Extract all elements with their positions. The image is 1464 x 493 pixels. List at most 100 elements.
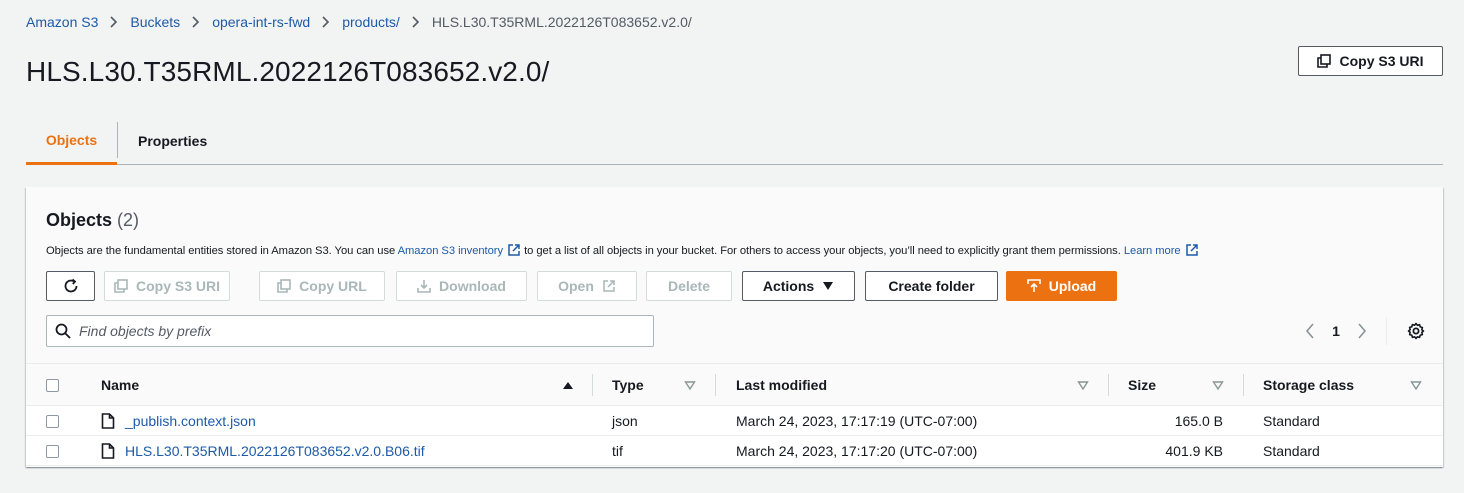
search-input[interactable] bbox=[79, 323, 639, 339]
table-settings-button[interactable] bbox=[1402, 317, 1430, 345]
column-divider bbox=[715, 374, 716, 396]
size-cell: 165.0 B bbox=[1174, 413, 1223, 429]
sort-icon[interactable] bbox=[1076, 378, 1090, 392]
download-button[interactable]: Download bbox=[396, 271, 527, 301]
column-header-name[interactable]: Name bbox=[101, 364, 139, 406]
object-name-link[interactable]: HLS.L30.T35RML.2022126T083652.v2.0.B06.t… bbox=[125, 443, 425, 459]
search-icon bbox=[55, 323, 71, 339]
copy-icon bbox=[1317, 54, 1332, 68]
object-count: (2) bbox=[117, 210, 140, 230]
open-label: Open bbox=[558, 278, 594, 294]
copy-icon bbox=[277, 279, 291, 293]
next-page-button[interactable] bbox=[1348, 317, 1376, 345]
type-cell: json bbox=[612, 413, 638, 429]
column-header-type[interactable]: Type bbox=[612, 364, 644, 406]
delete-button[interactable]: Delete bbox=[646, 271, 732, 301]
last-modified-cell: March 24, 2023, 17:17:20 (UTC-07:00) bbox=[736, 443, 978, 459]
create-folder-button[interactable]: Create folder bbox=[865, 271, 998, 301]
file-icon bbox=[101, 443, 115, 459]
copy-s3-uri-toolbar-button[interactable]: Copy S3 URI bbox=[104, 271, 230, 301]
copy-s3-uri-label: Copy S3 URI bbox=[1339, 53, 1424, 69]
column-divider bbox=[592, 374, 593, 396]
select-all-cell bbox=[46, 364, 59, 406]
refresh-icon bbox=[64, 278, 77, 293]
column-header-last-modified[interactable]: Last modified bbox=[736, 364, 827, 406]
storage-class-cell: Standard bbox=[1263, 413, 1320, 429]
table-row: _publish.context.json json March 24, 202… bbox=[26, 406, 1443, 436]
chevron-right-icon bbox=[1358, 323, 1367, 339]
select-all-checkbox[interactable] bbox=[46, 378, 59, 392]
row-checkbox[interactable] bbox=[46, 444, 59, 458]
current-page-number[interactable]: 1 bbox=[1324, 323, 1348, 339]
panel-description: Objects are the fundamental entities sto… bbox=[46, 243, 1199, 257]
panel-title-text: Objects bbox=[46, 210, 113, 230]
actions-label: Actions bbox=[762, 278, 815, 294]
desc-text-2: to get a list of all objects in your buc… bbox=[521, 245, 1124, 257]
chevron-right-icon bbox=[180, 16, 212, 28]
table-header: Name Type Last modified Size Storage cla… bbox=[26, 363, 1443, 406]
tab-divider bbox=[117, 122, 118, 158]
column-header-size[interactable]: Size bbox=[1128, 364, 1156, 406]
sort-ascending-icon[interactable] bbox=[561, 378, 575, 392]
sort-icon[interactable] bbox=[1409, 378, 1423, 392]
gear-icon bbox=[1407, 322, 1425, 340]
chevron-left-icon bbox=[1305, 323, 1314, 339]
copy-s3-uri-button[interactable]: Copy S3 URI bbox=[1298, 46, 1443, 76]
objects-table: Name Type Last modified Size Storage cla… bbox=[26, 363, 1443, 466]
external-link-icon bbox=[1185, 244, 1198, 256]
type-cell: tif bbox=[612, 443, 623, 459]
upload-icon bbox=[1026, 279, 1041, 292]
column-header-storage-class[interactable]: Storage class bbox=[1263, 364, 1354, 406]
row-select-cell bbox=[46, 406, 59, 436]
tab-properties[interactable]: Properties bbox=[138, 117, 207, 164]
breadcrumb-bucket[interactable]: opera-int-rs-fwd bbox=[212, 14, 310, 30]
download-icon bbox=[417, 280, 431, 293]
copy-icon bbox=[114, 279, 128, 293]
previous-page-button[interactable] bbox=[1296, 317, 1324, 345]
copy-s3-uri-toolbar-label: Copy S3 URI bbox=[135, 278, 220, 294]
chevron-right-icon bbox=[310, 16, 342, 28]
download-label: Download bbox=[439, 278, 506, 294]
breadcrumb-current: HLS.L30.T35RML.2022126T083652.v2.0/ bbox=[431, 14, 692, 30]
panel-header: Objects (2) Objects are the fundamental … bbox=[26, 187, 1443, 363]
breadcrumb-amazon-s3[interactable]: Amazon S3 bbox=[26, 14, 98, 30]
learn-more-link[interactable]: Learn more bbox=[1123, 244, 1199, 257]
size-cell: 401.9 KB bbox=[1165, 443, 1223, 459]
learn-more-link-text: Learn more bbox=[1123, 245, 1181, 257]
copy-url-label: Copy URL bbox=[299, 278, 367, 294]
tab-bar: Objects Properties bbox=[26, 117, 1443, 165]
name-cell: HLS.L30.T35RML.2022126T083652.v2.0.B06.t… bbox=[101, 436, 425, 466]
object-name-link[interactable]: _publish.context.json bbox=[125, 413, 256, 429]
tab-objects[interactable]: Objects bbox=[26, 117, 117, 165]
breadcrumb-buckets[interactable]: Buckets bbox=[130, 14, 180, 30]
copy-url-button[interactable]: Copy URL bbox=[259, 271, 385, 301]
search-box bbox=[46, 315, 654, 347]
caret-down-icon bbox=[823, 282, 834, 290]
last-modified-cell: March 24, 2023, 17:17:19 (UTC-07:00) bbox=[736, 413, 978, 429]
external-link-icon bbox=[603, 280, 615, 292]
page-title: HLS.L30.T35RML.2022126T083652.v2.0/ bbox=[26, 56, 550, 87]
row-checkbox[interactable] bbox=[46, 414, 59, 428]
s3-inventory-link-text: Amazon S3 inventory bbox=[397, 245, 504, 257]
sort-icon[interactable] bbox=[683, 378, 697, 392]
objects-panel: Objects (2) Objects are the fundamental … bbox=[26, 187, 1443, 467]
upload-button[interactable]: Upload bbox=[1006, 271, 1117, 301]
breadcrumb-products[interactable]: products/ bbox=[342, 14, 400, 30]
sort-icon[interactable] bbox=[1211, 378, 1225, 392]
breadcrumb: Amazon S3 Buckets opera-int-rs-fwd produ… bbox=[26, 12, 692, 32]
pagination: 1 bbox=[1296, 317, 1397, 345]
panel-title: Objects (2) bbox=[46, 210, 139, 231]
refresh-button[interactable] bbox=[46, 271, 95, 301]
chevron-right-icon bbox=[98, 16, 130, 28]
name-cell: _publish.context.json bbox=[101, 406, 256, 436]
actions-dropdown[interactable]: Actions bbox=[742, 271, 855, 301]
storage-class-cell: Standard bbox=[1263, 443, 1320, 459]
pagination-divider bbox=[1386, 317, 1387, 345]
table-row: HLS.L30.T35RML.2022126T083652.v2.0.B06.t… bbox=[26, 436, 1443, 466]
column-divider bbox=[1243, 374, 1244, 396]
s3-inventory-link[interactable]: Amazon S3 inventory bbox=[397, 244, 521, 257]
open-button[interactable]: Open bbox=[537, 271, 637, 301]
upload-label: Upload bbox=[1048, 278, 1097, 294]
desc-text-1: Objects are the fundamental entities sto… bbox=[46, 245, 398, 257]
column-divider bbox=[1108, 374, 1109, 396]
